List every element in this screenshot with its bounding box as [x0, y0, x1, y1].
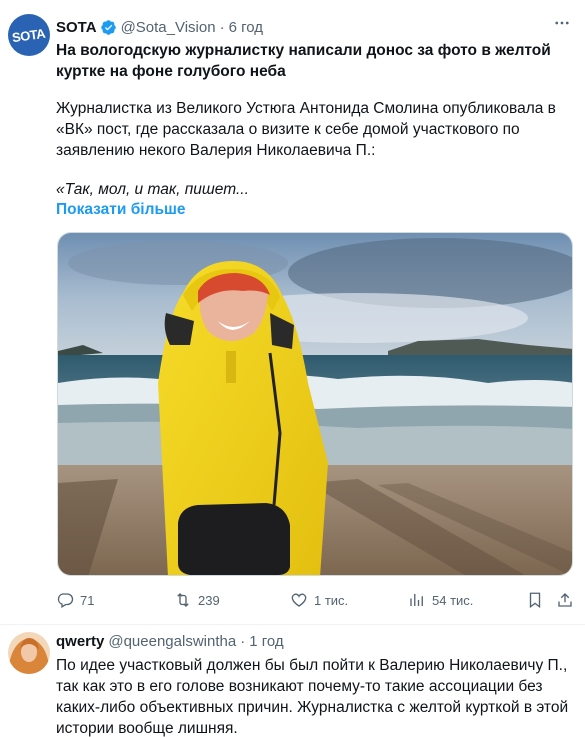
show-more-link[interactable]: Показати більше — [56, 201, 186, 219]
tweet-actions: 71 239 1 тис. 54 тис. — [56, 589, 576, 611]
reply-time[interactable]: 1 год — [249, 633, 283, 650]
reply-button[interactable]: 71 — [56, 589, 94, 611]
author-avatar[interactable]: SOTA — [8, 14, 50, 56]
views-button[interactable]: 54 тис. — [408, 589, 473, 611]
like-button[interactable]: 1 тис. — [290, 589, 348, 611]
verified-badge-icon — [100, 19, 116, 35]
more-icon[interactable] — [553, 14, 571, 37]
views-count: 54 тис. — [432, 592, 474, 608]
tweet-quote: «Так, мол, и так, пишет... — [56, 181, 249, 198]
tweet-divider — [0, 624, 585, 625]
share-button[interactable] — [556, 589, 574, 611]
tweet-photo[interactable] — [57, 232, 573, 576]
photo-image — [58, 233, 572, 575]
reply-author-handle[interactable]: @queengalswintha — [108, 633, 236, 650]
tweet-headline: На вологодскую журналистку написали доно… — [56, 42, 551, 80]
reply-avatar[interactable] — [8, 632, 50, 674]
reply-separator-dot: · — [240, 633, 246, 650]
repost-button[interactable]: 239 — [174, 589, 220, 611]
reply-author-name[interactable]: qwerty — [56, 633, 104, 650]
share-icon — [558, 593, 572, 607]
tweet-body: Журналистка из Великого Устюга Антонида … — [56, 100, 556, 159]
like-count: 1 тис. — [314, 592, 349, 608]
separator-dot: · — [219, 18, 225, 36]
reply-count: 71 — [80, 592, 95, 608]
author-name[interactable]: SOTA — [56, 19, 97, 36]
reply-icon — [57, 593, 74, 608]
reply-header: qwerty @queengalswintha · 1 год — [56, 633, 284, 650]
tweet-time[interactable]: 6 год — [229, 19, 263, 36]
repost-icon — [177, 593, 189, 607]
tweet-header: SOTA @Sota_Vision · 6 год — [56, 17, 263, 37]
bookmark-button[interactable] — [526, 589, 544, 611]
author-handle[interactable]: @Sota_Vision — [121, 19, 216, 36]
views-icon — [410, 594, 423, 606]
repost-count: 239 — [198, 592, 220, 608]
like-icon — [291, 593, 307, 607]
reply-text: По идее участковый должен бы был пойти к… — [56, 657, 569, 737]
bookmark-icon — [529, 592, 541, 609]
